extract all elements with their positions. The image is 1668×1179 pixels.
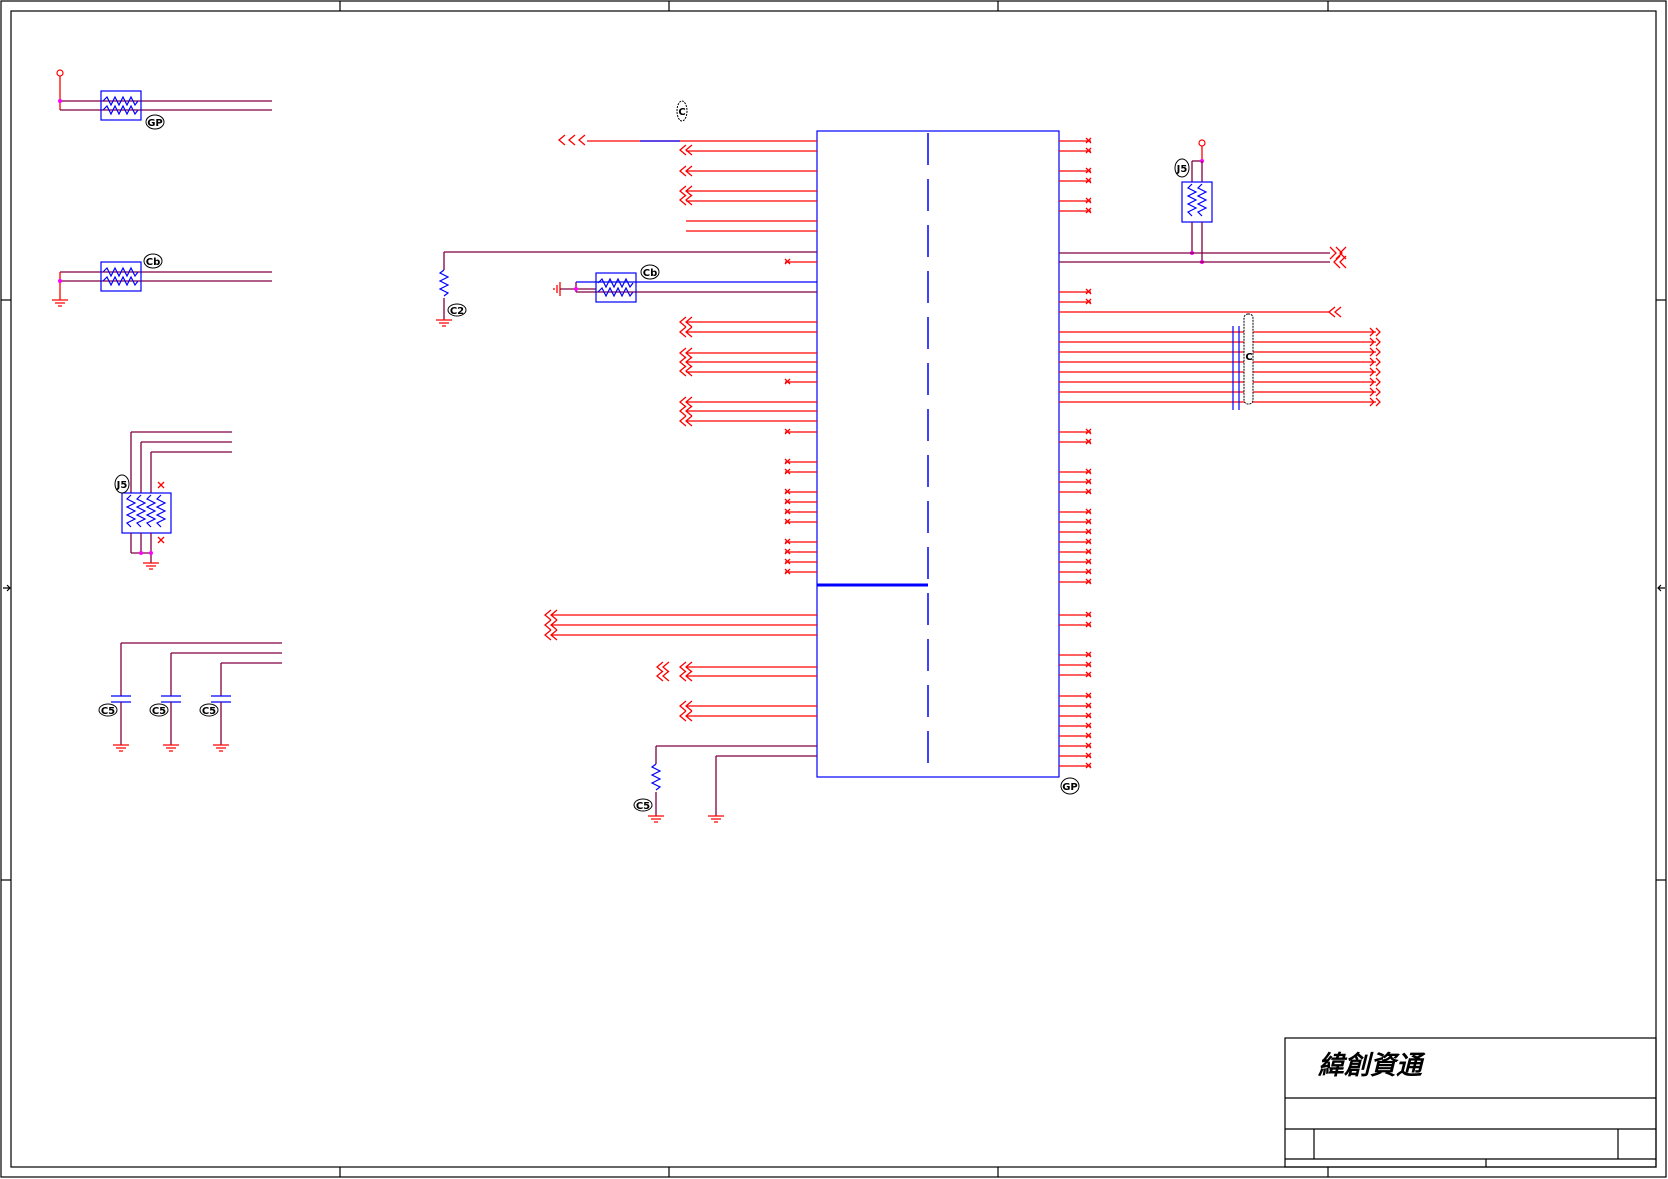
resistor-pack-left: Cb bbox=[52, 253, 272, 307]
resistor-pack-top-left: GP bbox=[56, 69, 272, 130]
ref-label-cap-2: C5 bbox=[152, 706, 166, 717]
resistor-pack-center: Cb bbox=[553, 264, 817, 303]
ref-label-bottom-pulldown: C5 bbox=[636, 801, 650, 812]
ref-label-center-pulldown: C2 bbox=[450, 306, 464, 317]
ref-label-ic: GP bbox=[1062, 782, 1078, 793]
ic-right-nets: J5 C bbox=[1059, 137, 1381, 769]
ref-label-top-connector: C bbox=[678, 107, 685, 118]
ref-label-j5-left: J5 bbox=[116, 480, 128, 491]
title-block: 緯創資通 bbox=[1284, 1037, 1657, 1168]
capacitor-bus: C bbox=[1059, 313, 1381, 410]
resistor-array-right: J5 bbox=[1174, 139, 1213, 264]
drawing-frame bbox=[0, 0, 1667, 1178]
capacitor-2: C5 bbox=[149, 653, 181, 752]
ref-label-cb-center: Cb bbox=[643, 268, 658, 279]
ref-label-cb-left: Cb bbox=[146, 257, 161, 268]
capacitor-1: C5 bbox=[98, 643, 131, 752]
ref-label-cap-1: C5 bbox=[101, 706, 115, 717]
top-connector-marker: C bbox=[676, 100, 688, 122]
ref-label-bus-capacitors: C bbox=[1245, 352, 1252, 363]
capacitor-3: C5 bbox=[199, 663, 231, 752]
schematic-sheet: 緯創資通 GP Cb J5 C5 C5 C5 GP C C2 Cb C5 J5 … bbox=[0, 0, 1667, 1178]
ref-label-gp: GP bbox=[147, 118, 163, 129]
ic-left-nets: C2 Cb C5 bbox=[436, 134, 817, 823]
resistor-array-left: J5 bbox=[114, 431, 232, 570]
ref-label-j5-right: J5 bbox=[1176, 164, 1188, 175]
main-ic: GP bbox=[816, 130, 1080, 795]
ref-label-cap-3: C5 bbox=[202, 706, 216, 717]
company-name: 緯創資通 bbox=[1317, 1051, 1426, 1081]
decoupling-capacitors: C5 C5 C5 bbox=[98, 642, 282, 752]
